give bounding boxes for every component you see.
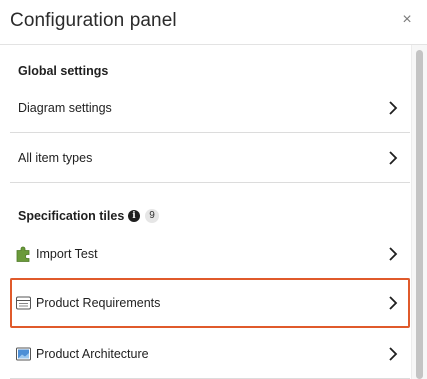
- chevron-right-icon: [389, 100, 398, 115]
- all-item-types-label: All item types: [18, 150, 93, 165]
- configuration-panel: Configuration panel × Global settings Di…: [0, 0, 427, 379]
- global-settings-heading: Global settings: [18, 64, 109, 78]
- product-architecture-label: Product Architecture: [36, 346, 149, 361]
- import-test-label: Import Test: [36, 246, 98, 261]
- diagram-settings-row[interactable]: Diagram settings: [10, 83, 410, 132]
- table-icon: [16, 296, 31, 310]
- product-architecture-row[interactable]: Product Architecture: [10, 329, 410, 378]
- image-icon: [16, 347, 31, 360]
- panel-content: Global settings Diagram settings All ite…: [0, 45, 411, 379]
- panel-header: Configuration panel ×: [0, 0, 427, 45]
- diagram-settings-label: Diagram settings: [18, 100, 112, 115]
- panel-title: Configuration panel: [10, 10, 177, 31]
- all-item-types-row[interactable]: All item types: [10, 133, 410, 182]
- chevron-right-icon: [389, 150, 398, 165]
- specification-tiles-heading: Specification tiles: [18, 209, 125, 223]
- chevron-right-icon: [389, 296, 398, 310]
- product-requirements-row[interactable]: Product Requirements: [10, 278, 410, 328]
- info-icon[interactable]: i: [128, 210, 140, 222]
- puzzle-piece-icon: [16, 246, 30, 262]
- tile-count-badge: 9: [145, 209, 159, 223]
- product-requirements-label: Product Requirements: [36, 296, 161, 310]
- close-icon[interactable]: ×: [400, 12, 414, 28]
- divider: [10, 182, 410, 183]
- chevron-right-icon: [389, 346, 398, 361]
- scrollbar-thumb[interactable]: [416, 50, 423, 379]
- chevron-right-icon: [389, 246, 398, 261]
- import-test-row[interactable]: Import Test: [10, 229, 410, 278]
